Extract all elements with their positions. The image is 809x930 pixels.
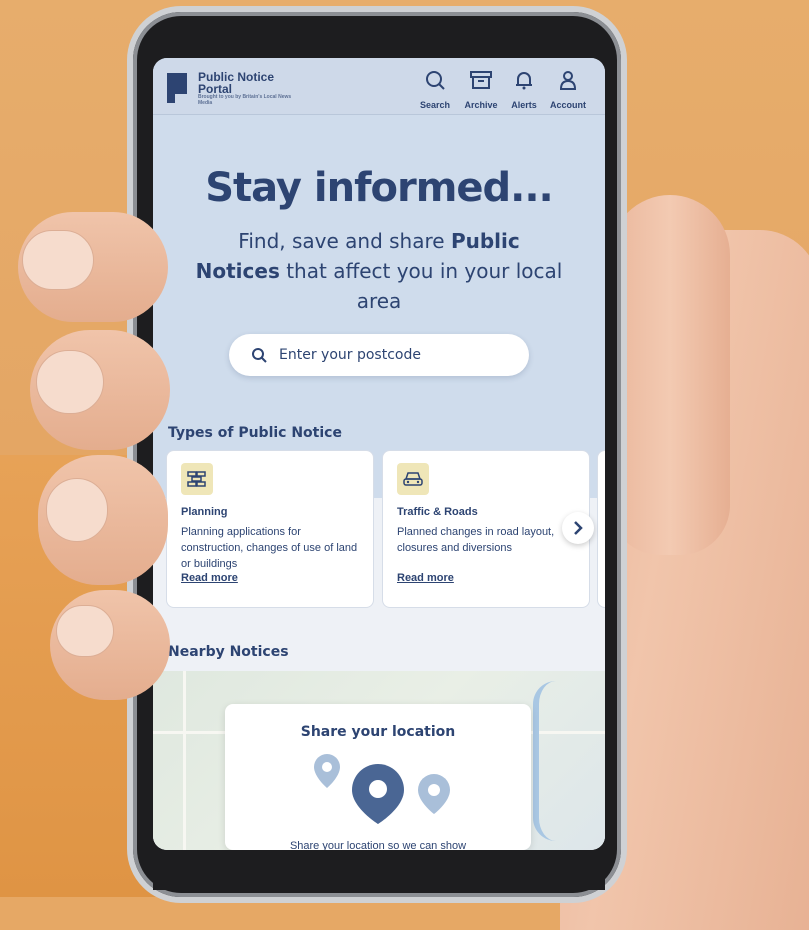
notice-type-card-planning[interactable]: Planning Planning applications for const… bbox=[166, 450, 374, 608]
card-title: Traffic & Roads bbox=[397, 506, 478, 518]
portal-logo-icon[interactable] bbox=[167, 73, 187, 103]
notice-type-card-traffic[interactable]: Traffic & Roads Planned changes in road … bbox=[382, 450, 590, 608]
search-placeholder: Enter your postcode bbox=[279, 347, 421, 363]
logo-tagline: Brought to you by Britain's Local News M… bbox=[198, 94, 292, 106]
share-location-description: Share your location so we can show bbox=[289, 840, 467, 850]
location-pin-icon[interactable] bbox=[351, 764, 405, 826]
search-icon bbox=[426, 71, 445, 90]
card-title: Planning bbox=[181, 506, 228, 518]
search-icon bbox=[252, 348, 267, 363]
bricks-icon bbox=[187, 471, 206, 487]
fingernail bbox=[36, 350, 104, 414]
carousel-next-button[interactable] bbox=[562, 512, 594, 544]
car-icon bbox=[403, 472, 423, 486]
logo-title: Public Notice Portal bbox=[198, 70, 275, 96]
nav-search[interactable]: Search bbox=[412, 70, 458, 112]
card-description: Planning applications for construction, … bbox=[181, 526, 358, 570]
fingernail bbox=[56, 605, 114, 657]
fingernail bbox=[22, 230, 94, 290]
postcode-search-input[interactable]: Enter your postcode bbox=[229, 334, 529, 376]
types-heading: Types of Public Notice bbox=[168, 425, 342, 441]
archive-icon bbox=[470, 71, 492, 89]
location-pin-icon bbox=[418, 774, 450, 814]
map-river bbox=[533, 681, 579, 841]
read-more-link[interactable]: Read more bbox=[181, 572, 238, 584]
phone-screen: Public Notice Portal Brought to you by Br… bbox=[153, 58, 605, 850]
bell-icon bbox=[516, 72, 532, 90]
read-more-link[interactable]: Read more bbox=[397, 572, 454, 584]
location-pin-icon bbox=[314, 754, 340, 788]
app-header: Public Notice Portal Brought to you by Br… bbox=[153, 58, 605, 115]
notice-type-card-peek[interactable] bbox=[597, 450, 605, 608]
nearby-heading: Nearby Notices bbox=[168, 644, 289, 660]
hero-subtitle: Find, save and share Public Notices that… bbox=[195, 229, 563, 313]
phone-bottom-bezel bbox=[153, 850, 605, 890]
nav-account[interactable]: Account bbox=[545, 70, 591, 112]
hand-thumb bbox=[610, 195, 730, 555]
card-description: Planned changes in road layout, closures… bbox=[397, 526, 555, 554]
share-location-title: Share your location bbox=[300, 724, 456, 740]
fingernail bbox=[46, 478, 108, 542]
share-location-card: Share your location Share your location … bbox=[225, 704, 531, 850]
nav-alerts[interactable]: Alerts bbox=[501, 70, 547, 112]
chevron-right-icon bbox=[574, 521, 583, 535]
user-icon bbox=[559, 71, 577, 90]
hero-title: Stay informed... bbox=[205, 165, 554, 211]
nav-archive[interactable]: Archive bbox=[458, 70, 504, 112]
